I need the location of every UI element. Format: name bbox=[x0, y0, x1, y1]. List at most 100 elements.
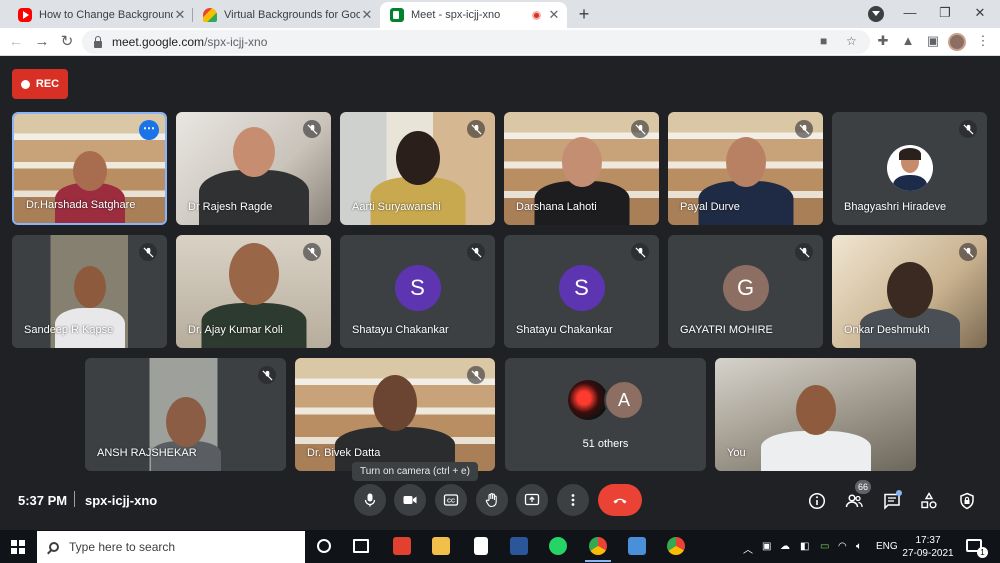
camera-button[interactable] bbox=[394, 484, 426, 516]
flask-extension-icon[interactable]: ▲ bbox=[899, 33, 917, 48]
participant-tile[interactable]: S Shatayu Chakankar bbox=[504, 235, 659, 348]
leave-call-button[interactable] bbox=[598, 484, 642, 516]
participant-tile[interactable]: Aarti Suryawanshi bbox=[340, 112, 495, 225]
participant-tile[interactable]: Dr. Bivek Datta bbox=[295, 358, 495, 471]
participant-tile[interactable]: Payal Durve bbox=[668, 112, 823, 225]
participant-name: Shatayu Chakankar bbox=[516, 324, 613, 336]
figure-head bbox=[795, 385, 836, 435]
back-arrow-icon[interactable]: ← bbox=[5, 31, 27, 53]
task-view-icon[interactable] bbox=[353, 539, 369, 553]
clock-time: 17:37 bbox=[915, 535, 941, 546]
mic-muted-icon bbox=[139, 243, 157, 261]
bookmark-star-icon[interactable]: ☆ bbox=[846, 34, 857, 48]
meet-tray-icon[interactable]: ▣ bbox=[762, 541, 771, 552]
participant-name: Dr. Bivek Datta bbox=[307, 447, 381, 459]
browser-tab-meet[interactable]: Meet - spx-icjj-xno ✕ bbox=[380, 2, 567, 28]
raise-hand-button[interactable] bbox=[476, 484, 508, 516]
url-domain: meet.google.com bbox=[112, 35, 205, 49]
lock-icon[interactable] bbox=[94, 35, 102, 48]
webcam-icon[interactable]: ◧ bbox=[800, 541, 809, 552]
close-window-icon[interactable]: ✕ bbox=[963, 0, 997, 28]
participant-name: Onkar Deshmukh bbox=[844, 324, 930, 336]
figure-head bbox=[232, 127, 275, 177]
participant-tile[interactable]: S Shatayu Chakankar bbox=[340, 235, 495, 348]
figure-body bbox=[760, 431, 871, 471]
tab-search-icon[interactable] bbox=[868, 6, 884, 22]
volume-icon[interactable]: 🔈︎ bbox=[856, 541, 862, 552]
self-view-tile[interactable]: You bbox=[715, 358, 916, 471]
figure-head bbox=[886, 262, 933, 318]
participant-tile[interactable]: Dr. Ajay Kumar Koli bbox=[176, 235, 331, 348]
figure-head bbox=[228, 243, 279, 305]
participant-tile[interactable]: Sandeep R Kapse bbox=[12, 235, 167, 348]
present-screen-button[interactable] bbox=[516, 484, 548, 516]
forward-arrow-icon[interactable]: → bbox=[31, 31, 53, 53]
others-avatar: A bbox=[604, 380, 644, 420]
activities-button[interactable] bbox=[918, 490, 940, 512]
others-tile[interactable]: A 51 others bbox=[505, 358, 706, 471]
mic-muted-icon bbox=[303, 120, 321, 138]
close-tab-icon[interactable]: ✕ bbox=[547, 7, 561, 23]
participant-tile[interactable]: Onkar Deshmukh bbox=[832, 235, 987, 348]
mic-muted-icon bbox=[303, 243, 321, 261]
taskbar-search-box[interactable]: Type here to search bbox=[37, 531, 305, 563]
participant-figure bbox=[50, 143, 130, 223]
url-path: /spx-icjj-xno bbox=[204, 35, 268, 49]
extensions-puzzle-icon[interactable]: ✚ bbox=[874, 33, 892, 49]
document-icon[interactable] bbox=[474, 537, 488, 555]
participant-name: You bbox=[727, 447, 746, 459]
participant-tile[interactable]: Dr Rajesh Ragde bbox=[176, 112, 331, 225]
minimize-icon[interactable]: — bbox=[893, 0, 927, 28]
restore-icon[interactable]: ❐ bbox=[928, 0, 962, 28]
chrome-profile-icon[interactable] bbox=[667, 537, 685, 555]
participant-tile[interactable]: ANSH RAJSHEKAR bbox=[85, 358, 286, 471]
new-tab-button[interactable]: + bbox=[572, 3, 596, 25]
participant-tile[interactable]: G GAYATRI MOHIRE bbox=[668, 235, 823, 348]
meeting-details-button[interactable] bbox=[806, 490, 828, 512]
photo-hair bbox=[898, 148, 921, 160]
address-bar[interactable]: meet.google.com/spx-icjj-xno bbox=[82, 30, 870, 54]
browser-tab-youtube[interactable]: How to Change Background in G ✕ bbox=[8, 2, 193, 28]
file-explorer-icon[interactable] bbox=[432, 537, 450, 555]
microphone-button[interactable] bbox=[354, 484, 386, 516]
cortana-icon[interactable] bbox=[317, 539, 331, 553]
participant-name: Shatayu Chakankar bbox=[352, 324, 449, 336]
reload-icon[interactable]: ↻ bbox=[56, 31, 78, 53]
participant-name: ANSH RAJSHEKAR bbox=[97, 447, 197, 459]
camera-icon bbox=[403, 496, 417, 504]
profile-photo bbox=[886, 145, 933, 191]
windows-start-icon[interactable] bbox=[11, 540, 25, 554]
captions-button[interactable]: CC bbox=[435, 484, 467, 516]
others-avatar-photo bbox=[568, 380, 608, 420]
taskbar-clock[interactable]: 17:37 27-09-2021 bbox=[900, 534, 956, 560]
participant-tile[interactable]: Darshana Lahoti bbox=[504, 112, 659, 225]
profile-avatar[interactable] bbox=[948, 33, 966, 51]
mic-muted-icon bbox=[959, 243, 977, 261]
calculator-icon[interactable] bbox=[628, 537, 646, 555]
close-tab-icon[interactable]: ✕ bbox=[173, 7, 187, 23]
whatsapp-icon[interactable] bbox=[549, 537, 567, 555]
cloud-icon[interactable]: ☁ bbox=[780, 541, 790, 552]
more-options-button[interactable] bbox=[557, 484, 589, 516]
chrome-menu-icon[interactable]: ⋮ bbox=[974, 33, 992, 49]
battery-icon[interactable]: ▭ bbox=[820, 541, 829, 552]
participant-tile[interactable]: Bhagyashri Hiradeve bbox=[832, 112, 987, 225]
recording-badge: REC bbox=[12, 69, 68, 99]
onlyoffice-icon[interactable] bbox=[393, 537, 411, 555]
participant-avatar: S bbox=[394, 265, 441, 311]
camera-permission-icon[interactable]: ■ bbox=[820, 34, 827, 48]
more-options-icon[interactable]: ⋯ bbox=[139, 120, 159, 140]
participant-tile[interactable]: ⋯ Dr.Harshada Satghare bbox=[12, 112, 167, 225]
side-panel-icon[interactable]: ▣ bbox=[924, 33, 942, 49]
close-tab-icon[interactable]: ✕ bbox=[360, 7, 374, 23]
browser-tab-virtual-backgrounds[interactable]: Virtual Backgrounds for Google M ✕ bbox=[193, 2, 380, 28]
chrome-icon[interactable] bbox=[585, 537, 611, 562]
input-language[interactable]: ENG bbox=[876, 541, 898, 552]
photo-body bbox=[892, 175, 927, 191]
show-hidden-icons-icon[interactable]: ︿ bbox=[743, 541, 753, 556]
captions-icon: CC bbox=[443, 494, 459, 506]
people-icon bbox=[845, 494, 863, 508]
host-controls-button[interactable] bbox=[956, 490, 978, 512]
wifi-icon[interactable]: ◠ bbox=[838, 541, 847, 552]
word-icon[interactable] bbox=[510, 537, 528, 555]
